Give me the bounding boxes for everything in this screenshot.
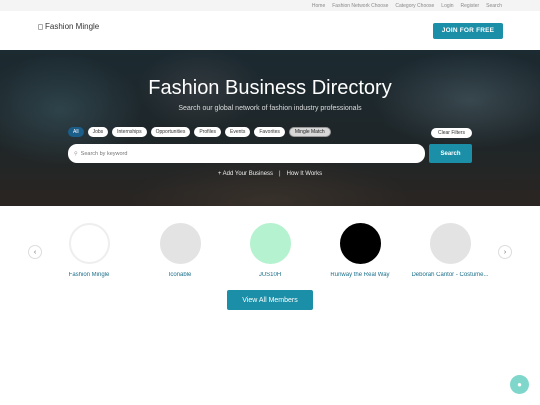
member-card[interactable]: JUS10H <box>225 223 315 278</box>
view-all-members-button[interactable]: View All Members <box>227 290 313 310</box>
logo-alt-text: Fashion Mingle <box>45 22 100 31</box>
filter-favorites[interactable]: Favorites <box>254 127 285 137</box>
member-name[interactable]: Iconable <box>135 272 225 278</box>
hero-links: + Add Your Business | How It Works <box>0 171 540 177</box>
filter-jobs[interactable]: Jobs <box>87 127 109 137</box>
join-for-free-button[interactable]: JOIN FOR FREE <box>433 22 503 39</box>
member-name[interactable]: Deborah Cantor - Costume... <box>405 272 495 278</box>
member-card[interactable]: Runway the Real Way <box>315 223 405 278</box>
site-header: Fashion Mingle JOIN FOR FREE <box>0 11 540 50</box>
filter-opportunities[interactable]: Opportunities <box>150 127 191 137</box>
filter-internships[interactable]: Internships <box>112 127 147 137</box>
top-nav: Home Fashion Network Choose Category Cho… <box>0 0 540 11</box>
add-business-link[interactable]: + Add Your Business <box>218 171 273 177</box>
member-name[interactable]: Fashion Mingle <box>44 272 134 278</box>
member-card[interactable]: Iconable <box>135 223 225 278</box>
filter-chips: All Jobs Internships Opportunities Profi… <box>68 127 331 137</box>
member-name[interactable]: Runway the Real Way <box>315 272 405 278</box>
page-subtitle: Search our global network of fashion ind… <box>178 105 362 112</box>
how-it-works-link[interactable]: How It Works <box>287 171 323 177</box>
chevron-right-icon[interactable]: › <box>498 245 512 259</box>
site-logo[interactable]: Fashion Mingle <box>38 22 99 31</box>
clear-filters-button[interactable]: Clear Filters <box>431 128 472 138</box>
avatar <box>249 223 291 264</box>
members-carousel: ‹ Fashion Mingle Iconable JUS10H Runway … <box>0 206 540 316</box>
avatar <box>339 223 381 264</box>
avatar <box>429 223 471 264</box>
member-card[interactable]: Fashion Mingle <box>44 223 134 278</box>
member-card[interactable]: Deborah Cantor - Costume... <box>405 223 495 278</box>
top-nav-search[interactable]: Search <box>486 3 502 9</box>
search-input[interactable] <box>80 150 381 157</box>
filter-mingle-match[interactable]: Mingle Match <box>288 127 331 137</box>
top-nav-register[interactable]: Register <box>461 3 480 9</box>
search-field[interactable]: ⚲ <box>68 144 425 163</box>
search-icon: ⚲ <box>74 150 78 157</box>
avatar <box>159 223 201 264</box>
broken-image-icon <box>38 23 43 30</box>
top-nav-fashion-network[interactable]: Fashion Network Choose <box>332 3 388 9</box>
top-nav-category[interactable]: Category Choose <box>395 3 434 9</box>
filter-all[interactable]: All <box>68 127 84 137</box>
search-button[interactable]: Search <box>429 144 472 163</box>
top-nav-home[interactable]: Home <box>312 3 325 9</box>
filter-profiles[interactable]: Profiles <box>194 127 222 137</box>
top-nav-login[interactable]: Login <box>441 3 453 9</box>
link-separator: | <box>279 171 281 177</box>
hero-banner: Fashion Business Directory Search our gl… <box>0 50 540 206</box>
filter-events[interactable]: Events <box>225 127 251 137</box>
member-name[interactable]: JUS10H <box>225 272 315 278</box>
chevron-left-icon[interactable]: ‹ <box>28 245 42 259</box>
page-title: Fashion Business Directory <box>148 77 392 99</box>
avatar <box>68 223 110 264</box>
chat-icon[interactable]: ● <box>510 375 529 394</box>
